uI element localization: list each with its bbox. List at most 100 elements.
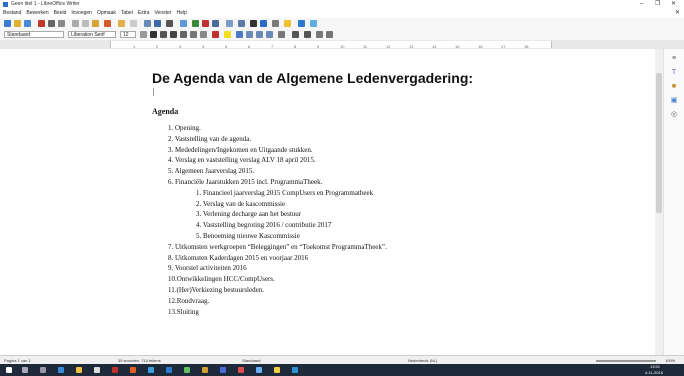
paste-icon[interactable] — [92, 20, 99, 27]
menu-item-tabel[interactable]: Tabel — [121, 10, 133, 16]
insert-image-icon[interactable] — [192, 20, 199, 27]
standard-toolbar — [0, 18, 684, 29]
insert-chart-icon[interactable] — [202, 20, 209, 27]
undo-icon[interactable] — [118, 20, 125, 27]
menu-item-help[interactable]: Help — [176, 10, 186, 16]
agenda-item: 12.Rondvraag. — [168, 296, 210, 305]
special-character-icon[interactable] — [250, 20, 257, 27]
find-icon[interactable] — [154, 20, 161, 27]
task-view-icon[interactable] — [40, 367, 46, 373]
agenda-item: 1. Opening. — [168, 124, 201, 132]
close-document-icon[interactable]: ✕ — [675, 9, 680, 18]
justify-icon[interactable] — [266, 31, 273, 38]
app-icon — [3, 2, 8, 7]
hyperlink-icon[interactable] — [260, 20, 267, 27]
footnote-icon[interactable] — [272, 20, 279, 27]
font-size-dropdown[interactable]: 12 — [120, 31, 136, 38]
firefox-icon[interactable] — [130, 367, 136, 373]
app-icon-5[interactable] — [238, 367, 244, 373]
insert-textbox-icon[interactable] — [212, 20, 219, 27]
grow-font-icon[interactable] — [140, 31, 147, 38]
app-icon-7[interactable] — [274, 367, 280, 373]
vertical-scrollbar[interactable] — [655, 49, 663, 355]
store-icon[interactable] — [94, 367, 100, 373]
agenda-subheading: Agenda — [152, 107, 179, 116]
writer-active-icon[interactable] — [292, 367, 298, 373]
sidebar-deck: ≡ T ■ ▣ ◎ — [663, 49, 684, 355]
cut-icon[interactable] — [72, 20, 79, 27]
agenda-item: 3. Verlening decharge aan het bestuur — [196, 210, 302, 219]
increase-indent-icon[interactable] — [326, 31, 333, 38]
decrease-indent-icon[interactable] — [316, 31, 323, 38]
open-icon[interactable] — [14, 20, 21, 27]
menu-item-invoegen[interactable]: Invoegen — [71, 10, 92, 16]
search-icon[interactable] — [22, 367, 28, 373]
align-center-icon[interactable] — [246, 31, 253, 38]
edge-icon[interactable] — [58, 367, 64, 373]
superscript-icon[interactable] — [190, 31, 197, 38]
highlight-icon[interactable] — [224, 31, 231, 38]
comment-icon[interactable] — [284, 20, 291, 27]
font-color-icon[interactable] — [212, 31, 219, 38]
agenda-item: 2. Vaststelling van de agenda. — [168, 134, 252, 143]
clone-formatting-icon[interactable] — [104, 20, 111, 27]
menu-item-extra[interactable]: Extra — [138, 10, 150, 16]
print-preview-icon[interactable] — [58, 20, 65, 27]
properties-icon[interactable]: T — [670, 69, 678, 77]
italic-icon[interactable] — [160, 31, 167, 38]
insert-table-icon[interactable] — [180, 20, 187, 27]
redo-icon[interactable] — [130, 20, 137, 27]
agenda-item: 8. Uitkomsten Kaderdagen 2015 en voorjaa… — [168, 253, 309, 262]
line-spacing-icon[interactable] — [278, 31, 285, 38]
agenda-item: 13.Sluiting — [168, 307, 199, 316]
minimize-button[interactable]: – — [640, 0, 643, 9]
styles-icon[interactable]: ■ — [670, 83, 678, 91]
menu-item-beeld[interactable]: Beeld — [54, 10, 67, 16]
chrome-icon[interactable] — [148, 367, 154, 373]
app-icon-4[interactable] — [220, 367, 226, 373]
scrollbar-thumb[interactable] — [656, 73, 662, 213]
app-icon-2[interactable] — [184, 367, 190, 373]
underline-icon[interactable] — [170, 31, 177, 38]
font-name-dropdown[interactable]: Liberation Serif — [68, 31, 116, 38]
draw-shapes-icon[interactable] — [310, 20, 317, 27]
spelling-icon[interactable] — [144, 20, 151, 27]
save-icon[interactable] — [24, 20, 31, 27]
paragraph-style-dropdown[interactable]: Standaard — [4, 31, 64, 38]
zoom-slider[interactable] — [596, 360, 656, 362]
app-icon-6[interactable] — [256, 367, 262, 373]
export-pdf-icon[interactable] — [38, 20, 45, 27]
agenda-item: 4. Verslag en vaststelling verslag ALV 1… — [168, 156, 316, 165]
new-document-icon[interactable] — [4, 20, 11, 27]
start-icon[interactable] — [6, 367, 12, 373]
subscript-icon[interactable] — [200, 31, 207, 38]
page-break-icon[interactable] — [226, 20, 233, 27]
align-left-icon[interactable] — [236, 31, 243, 38]
close-button[interactable]: ✕ — [671, 0, 676, 9]
copy-icon[interactable] — [82, 20, 89, 27]
menu-item-venster[interactable]: Venster — [155, 10, 172, 16]
strikethrough-icon[interactable] — [180, 31, 187, 38]
insert-field-icon[interactable] — [238, 20, 245, 27]
gallery-icon[interactable]: ▣ — [670, 97, 678, 105]
clock-date[interactable]: 4-11-2016 — [645, 370, 663, 376]
align-right-icon[interactable] — [256, 31, 263, 38]
numbering-icon[interactable] — [304, 31, 311, 38]
document-page[interactable] — [0, 49, 655, 355]
mail-icon[interactable] — [112, 367, 118, 373]
print-icon[interactable] — [48, 20, 55, 27]
menu-item-bestand[interactable]: Bestand — [3, 10, 21, 16]
formatting-marks-icon[interactable] — [166, 20, 173, 27]
track-changes-icon[interactable] — [298, 20, 305, 27]
menu-item-bewerken[interactable]: Bewerken — [26, 10, 48, 16]
bold-icon[interactable] — [150, 31, 157, 38]
app-icon-3[interactable] — [202, 367, 208, 373]
maximize-button[interactable]: ❐ — [655, 0, 660, 9]
navigator-icon[interactable]: ◎ — [670, 111, 678, 119]
sidebar-menu-icon[interactable]: ≡ — [670, 55, 678, 63]
menu-item-opmaak[interactable]: Opmaak — [97, 10, 116, 16]
bullets-icon[interactable] — [292, 31, 299, 38]
horizontal-ruler[interactable]: 1 2 3 4 5 6 7 8 9 10 11 12 13 14 15 16 17 18 — [0, 40, 684, 49]
libreoffice-taskbar-icon[interactable] — [166, 367, 172, 373]
explorer-icon[interactable] — [76, 367, 82, 373]
